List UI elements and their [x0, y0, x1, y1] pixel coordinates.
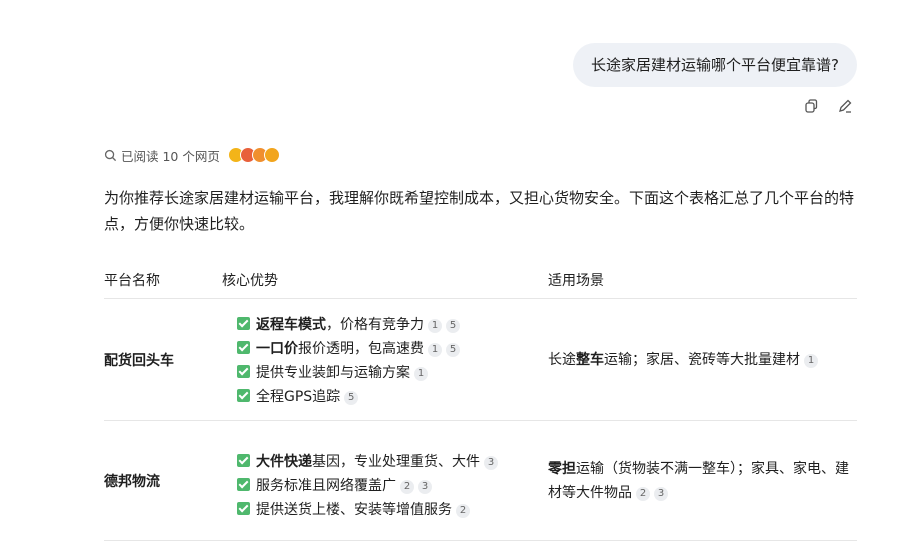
- citation-badge[interactable]: 1: [428, 342, 442, 357]
- source-icon-4: [263, 147, 280, 163]
- platform-name: 配货回头车: [104, 298, 222, 421]
- table-row: 德邦物流 大件快递基因，专业处理重货、大件 3 服务标准且网络覆盖广 2 3 提供送货…: [104, 420, 857, 541]
- check-icon: [237, 453, 250, 467]
- advantage-item: 返程车模式，价格有竞争力 1 5: [237, 313, 548, 337]
- citation-badge[interactable]: 2: [400, 479, 414, 494]
- read-status-text: 已阅读 10 个网页: [121, 148, 220, 164]
- citation-badge[interactable]: 5: [446, 318, 460, 333]
- check-icon: [237, 501, 250, 515]
- advantage-item: 提供专业装卸与运输方案 1: [237, 361, 548, 385]
- advantages-cell: 大件快递基因，专业处理重货、大件 3 服务标准且网络覆盖广 2 3 提供送货上楼、安装…: [222, 420, 548, 541]
- header-advantages: 核心优势: [222, 262, 548, 299]
- citation-badge[interactable]: 1: [428, 318, 442, 333]
- citation-badge[interactable]: 3: [654, 486, 668, 501]
- platform-name: 德邦物流: [104, 420, 222, 541]
- advantage-item: 全程GPS追踪 5: [237, 385, 548, 409]
- citation-badge[interactable]: 2: [456, 503, 470, 518]
- citation-badge[interactable]: 5: [344, 390, 359, 405]
- scene-cell: 长途整车运输；家居、瓷砖等大批量建材 1: [548, 298, 857, 421]
- citation-badge[interactable]: 3: [418, 479, 432, 494]
- citation-badge[interactable]: 2: [636, 486, 650, 501]
- table-header-row: 平台名称 核心优势 适用场景: [104, 262, 857, 299]
- edit-icon[interactable]: [837, 98, 853, 114]
- copy-icon[interactable]: [803, 98, 819, 114]
- search-icon: [104, 149, 117, 161]
- header-scene: 适用场景: [548, 262, 857, 299]
- citation-badge[interactable]: 5: [446, 342, 460, 357]
- advantage-item: 一口价报价透明，包高速费 1 5: [237, 337, 548, 361]
- advantage-item: 大件快递基因，专业处理重货、大件 3: [237, 450, 507, 474]
- citation-badge[interactable]: 1: [414, 366, 428, 381]
- source-icons: [227, 147, 280, 163]
- citation-badge[interactable]: 1: [804, 353, 818, 368]
- check-icon: [237, 388, 250, 402]
- scene-cell: 零担运输（货物装不满一整车）；家具、家电、建材等大件物品 2 3: [548, 420, 857, 541]
- check-icon: [237, 316, 250, 330]
- message-actions: [803, 98, 853, 114]
- read-sources-row[interactable]: 已阅读 10 个网页: [104, 146, 280, 164]
- check-icon: [237, 340, 250, 354]
- advantage-item: 提供送货上楼、安装等增值服务 2: [237, 498, 507, 522]
- comparison-table: 平台名称 核心优势 适用场景 配货回头车 返程车模式，价格有竞争力 1 5 一口价报…: [104, 262, 857, 541]
- advantages-cell: 返程车模式，价格有竞争力 1 5 一口价报价透明，包高速费 1 5 提供专业装卸与运输方…: [222, 298, 548, 421]
- check-icon: [237, 477, 250, 491]
- header-platform-name: 平台名称: [104, 262, 222, 299]
- answer-intro: 为你推荐长途家居建材运输平台，我理解你既希望控制成本，又担心货物安全。下面这个表…: [104, 189, 855, 233]
- citation-badge[interactable]: 3: [484, 455, 498, 470]
- user-message-bubble: 长途家居建材运输哪个平台便宜靠谱?: [573, 43, 857, 87]
- table-row: 配货回头车 返程车模式，价格有竞争力 1 5 一口价报价透明，包高速费 1 5 提供专业…: [104, 298, 857, 421]
- check-icon: [237, 364, 250, 378]
- advantage-item: 服务标准且网络覆盖广 2 3: [237, 474, 507, 498]
